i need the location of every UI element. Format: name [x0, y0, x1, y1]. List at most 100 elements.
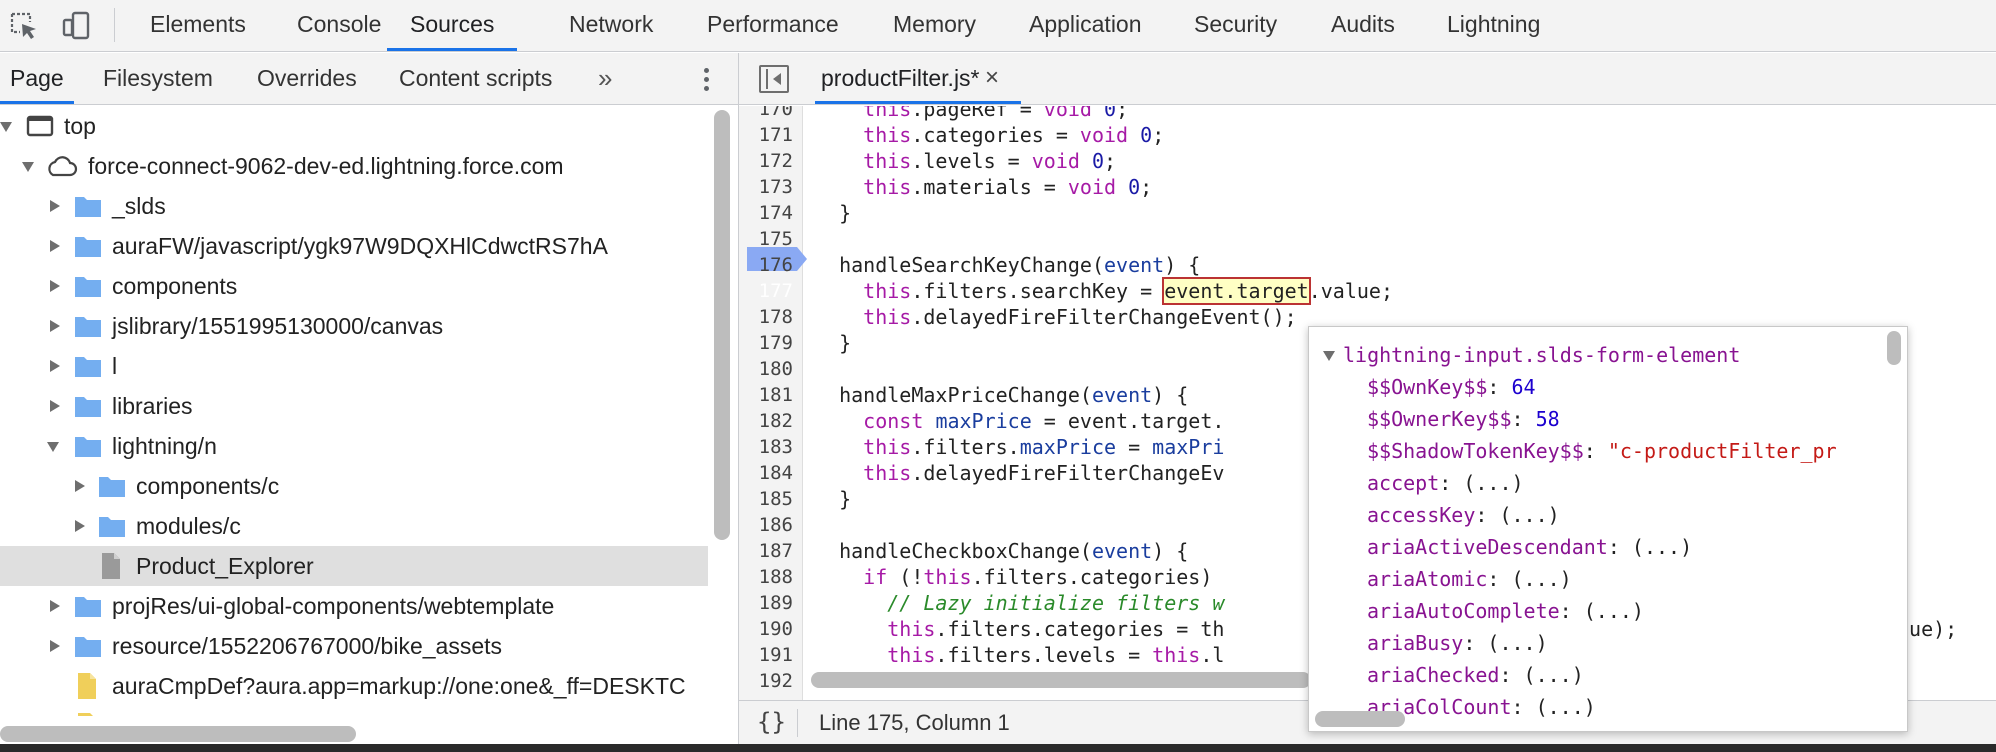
line-number[interactable]: 192 — [739, 668, 801, 694]
property-value[interactable]: (...) — [1632, 535, 1692, 559]
tab-lightning[interactable]: Lightning — [1447, 0, 1540, 51]
tree-item-script-file[interactable] — [0, 706, 708, 716]
popover-property-row[interactable]: ariaAtomic: (...) — [1367, 563, 1572, 595]
close-icon[interactable]: × — [985, 53, 999, 103]
collapsed-arrow-icon[interactable] — [47, 346, 63, 386]
line-number[interactable]: 188 — [739, 564, 801, 590]
popover-property-row[interactable]: $$OwnKey$$: 64 — [1367, 371, 1536, 403]
line-number[interactable]: 190 — [739, 616, 801, 642]
tree-item-folder[interactable]: lightning/n — [0, 426, 708, 466]
pretty-print-icon[interactable]: {} — [757, 701, 786, 743]
collapsed-arrow-icon[interactable] — [47, 226, 63, 266]
tree-item-script-file[interactable]: auraCmpDef?aura.app=markup://one:one&_ff… — [0, 666, 708, 706]
line-number[interactable]: 185 — [739, 486, 801, 512]
line-number[interactable]: 186 — [739, 512, 801, 538]
popover-property-row[interactable]: $$OwnerKey$$: 58 — [1367, 403, 1560, 435]
tree-item-top[interactable]: top — [0, 106, 708, 146]
tree-item-folder[interactable]: auraFW/javascript/ygk97W9DQXHlCdwctRS7hA — [0, 226, 708, 266]
tree-item-domain[interactable]: force-connect-9062-dev-ed.lightning.forc… — [0, 146, 708, 186]
tree-item-folder[interactable]: components — [0, 266, 708, 306]
tree-item-file-selected[interactable]: Product_Explorer — [0, 546, 708, 586]
more-options-icon[interactable] — [700, 65, 712, 95]
collapsed-arrow-icon[interactable] — [72, 466, 88, 506]
line-number[interactable]: 175 — [739, 226, 801, 252]
line-number[interactable]: 179 — [739, 330, 801, 356]
property-value[interactable]: (...) — [1463, 471, 1523, 495]
expanded-arrow-icon[interactable] — [0, 106, 16, 146]
collapsed-arrow-icon[interactable] — [47, 306, 63, 346]
editor-file-tab[interactable]: productFilter.js* × — [815, 53, 1021, 104]
line-number[interactable]: 173 — [739, 174, 801, 200]
more-tabs-button[interactable]: » — [598, 63, 612, 94]
collapsed-arrow-icon[interactable] — [47, 386, 63, 426]
collapsed-arrow-icon[interactable] — [47, 626, 63, 666]
popover-property-row[interactable]: ariaBusy: (...) — [1367, 627, 1548, 659]
popover-property-row[interactable]: accessKey: (...) — [1367, 499, 1560, 531]
popover-property-row[interactable]: ariaActiveDescendant: (...) — [1367, 531, 1692, 563]
line-number[interactable]: 174 — [739, 200, 801, 226]
tree-item-folder[interactable]: l — [0, 346, 708, 386]
collapsed-arrow-icon[interactable] — [47, 586, 63, 626]
code-horizontal-scrollbar[interactable] — [811, 672, 1311, 688]
tab-audits[interactable]: Audits — [1331, 0, 1395, 51]
tab-memory[interactable]: Memory — [893, 0, 976, 51]
tree-item-folder[interactable]: projRes/ui-global-components/webtemplate — [0, 586, 708, 626]
property-value[interactable]: (...) — [1512, 567, 1572, 591]
popover-property-row[interactable]: ariaChecked: (...) — [1367, 659, 1584, 691]
expanded-arrow-icon[interactable] — [1323, 351, 1335, 361]
tab-security[interactable]: Security — [1194, 0, 1277, 51]
tab-performance[interactable]: Performance — [707, 0, 839, 51]
tree-horizontal-scrollbar[interactable] — [0, 726, 356, 742]
popover-horizontal-scrollbar[interactable] — [1315, 711, 1405, 727]
device-toolbar-icon[interactable] — [60, 10, 92, 42]
popover-vertical-scrollbar[interactable] — [1887, 331, 1901, 365]
tree-item-folder[interactable]: libraries — [0, 386, 708, 426]
property-value[interactable]: (...) — [1487, 631, 1547, 655]
tree-item-folder[interactable]: components/c — [0, 466, 708, 506]
tab-page[interactable]: Page — [0, 53, 74, 104]
tab-sources[interactable]: Sources — [387, 0, 518, 51]
line-number[interactable]: 171 — [739, 122, 801, 148]
popover-property-row[interactable]: $$ShadowTokenKey$$: "c-productFilter_pr — [1367, 435, 1837, 467]
line-number[interactable]: 184 — [739, 460, 801, 486]
line-number[interactable]: 183 — [739, 434, 801, 460]
collapsed-arrow-icon[interactable] — [47, 266, 63, 306]
line-number[interactable]: 178 — [739, 304, 801, 330]
line-number[interactable]: 189 — [739, 590, 801, 616]
popover-property-row[interactable]: accept: (...) — [1367, 467, 1524, 499]
line-number[interactable]: 191 — [739, 642, 801, 668]
inspect-element-icon[interactable] — [8, 10, 40, 42]
expanded-arrow-icon[interactable] — [22, 146, 38, 186]
line-number[interactable]: 170 — [739, 106, 801, 122]
collapsed-arrow-icon[interactable] — [72, 506, 88, 546]
tab-overrides[interactable]: Overrides — [257, 53, 357, 104]
line-number[interactable]: 172 — [739, 148, 801, 174]
property-value[interactable]: (...) — [1524, 663, 1584, 687]
line-number[interactable]: 177 — [739, 278, 801, 304]
tab-filesystem[interactable]: Filesystem — [103, 53, 213, 104]
tree-vertical-scrollbar[interactable] — [714, 110, 730, 540]
tab-network[interactable]: Network — [569, 0, 653, 51]
line-number[interactable]: 181 — [739, 382, 801, 408]
tab-content-scripts[interactable]: Content scripts — [399, 53, 552, 104]
tab-elements[interactable]: Elements — [150, 0, 246, 51]
line-number[interactable]: 180 — [739, 356, 801, 382]
popover-property-row[interactable]: ariaAutoComplete: (...) — [1367, 595, 1644, 627]
tree-item-folder[interactable]: modules/c — [0, 506, 708, 546]
tree-item-folder[interactable]: _slds — [0, 186, 708, 226]
tree-item-folder[interactable]: jslibrary/1551995130000/canvas — [0, 306, 708, 346]
toggle-navigator-icon[interactable] — [759, 65, 789, 93]
property-value[interactable]: (...) — [1536, 695, 1596, 719]
line-number[interactable]: 187 — [739, 538, 801, 564]
tree-item-folder[interactable]: resource/1552206767000/bike_assets — [0, 626, 708, 666]
line-number[interactable]: 182 — [739, 408, 801, 434]
expanded-arrow-icon[interactable] — [47, 426, 63, 466]
collapsed-arrow-icon[interactable] — [47, 186, 63, 226]
line-gutter[interactable]: 170 171 172 173 174 175 176 177 178 179 180 181 182 1… — [739, 106, 807, 700]
line-number[interactable]: 176 — [739, 252, 801, 278]
tab-console[interactable]: Console — [297, 0, 381, 51]
property-value[interactable]: (...) — [1499, 503, 1559, 527]
object-preview-popover[interactable]: lightning-input.slds-form-element $$OwnK… — [1308, 326, 1908, 732]
property-value[interactable]: (...) — [1584, 599, 1644, 623]
tab-application[interactable]: Application — [1029, 0, 1142, 51]
